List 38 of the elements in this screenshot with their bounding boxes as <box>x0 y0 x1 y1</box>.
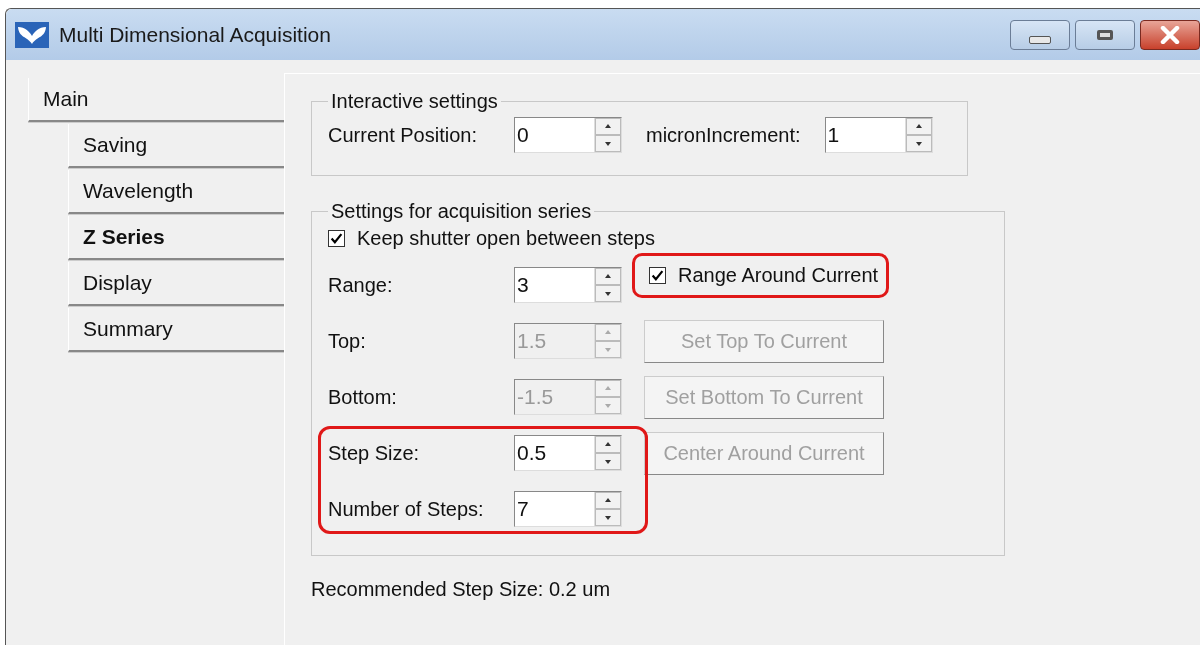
sidebar-tab[interactable]: Z Series <box>68 216 284 260</box>
field-label: Current Position: <box>328 123 478 147</box>
spinner-value: -1.5 <box>516 384 555 410</box>
checkbox-label: Range Around Current <box>678 263 879 287</box>
sidebar-tab[interactable]: Wavelength <box>68 170 284 214</box>
spinner-value: 3 <box>516 272 530 298</box>
group-title: Settings for acquisition series <box>330 200 593 223</box>
checkbox[interactable] <box>328 230 345 247</box>
minimize-button[interactable] <box>1010 19 1070 50</box>
spinner-value: 0 <box>516 122 530 148</box>
checkbox[interactable] <box>649 266 666 284</box>
sidebar-tab[interactable]: Main <box>28 78 284 122</box>
close-icon <box>1159 25 1181 44</box>
maximize-button[interactable] <box>1075 19 1135 50</box>
field-label: Bottom: <box>328 385 398 409</box>
number-spinner[interactable]: 0 <box>514 117 622 153</box>
number-spinner[interactable]: 3 <box>514 267 622 303</box>
spinner-value: 1 <box>826 122 841 148</box>
field-label: micronIncrement: <box>646 123 801 147</box>
spinner-value: 0.5 <box>516 440 548 466</box>
sidebar-tab[interactable]: Summary <box>68 308 284 352</box>
field-label: Top: <box>328 329 367 353</box>
number-spinner[interactable]: 1 <box>824 117 933 153</box>
sidebar-tab[interactable]: Display <box>68 262 284 306</box>
number-spinner[interactable]: 7 <box>514 491 622 527</box>
checkbox-label: Keep shutter open between steps <box>357 227 655 250</box>
field-label: Step Size: <box>328 441 421 465</box>
close-button[interactable] <box>1140 19 1200 50</box>
sidebar-tab[interactable]: Saving <box>68 124 284 168</box>
recommendation-text: Recommended Step Size: 0.2 um <box>311 578 612 601</box>
spinner-value: 7 <box>516 496 530 522</box>
window-title: Multi Dimensional Acquisition <box>59 22 331 47</box>
spinner-value: 1.5 <box>516 328 548 354</box>
field-label: Range: <box>328 273 394 297</box>
field-label: Number of Steps: <box>328 497 485 521</box>
butterfly-icon <box>15 21 49 48</box>
group-title: Interactive settings <box>330 90 499 113</box>
number-spinner[interactable]: 0.5 <box>514 435 622 471</box>
